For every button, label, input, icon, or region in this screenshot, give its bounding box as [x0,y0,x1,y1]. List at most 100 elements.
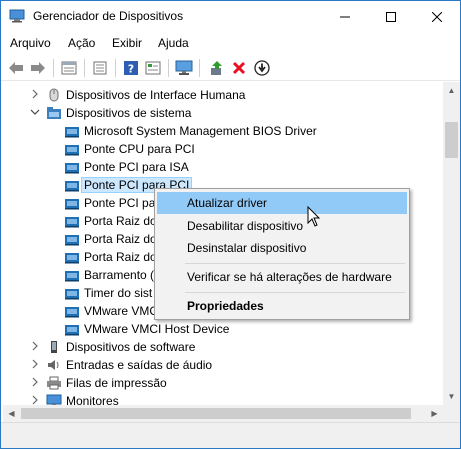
uninstall-red-x-icon[interactable] [229,58,249,78]
forward-arrow-icon[interactable] [28,58,48,78]
ctx-uninstall-device[interactable]: Desinstalar dispositivo [157,237,407,259]
title-bar[interactable]: Gerenciador de Dispositivos [1,1,460,32]
ctx-item-label: Desinstalar dispositivo [187,241,307,255]
tree-item-label: Ponte PCI pa [84,196,156,210]
tree-item-label: Filas de impressão [66,376,167,390]
system-device-icon [64,124,80,138]
speaker-icon [46,358,62,372]
tree-item-label: Entradas e saídas de áudio [66,358,213,372]
tree-category-row[interactable]: Dispositivos de software [3,338,443,356]
tree-item-label: Porta Raiz do [84,214,157,228]
tree-item-label: Ponte PCI para ISA [84,160,189,174]
menu-bar: Arquivo Ação Exibir Ajuda [1,32,460,54]
scroll-right-arrow-icon[interactable]: ▶ [426,405,443,422]
ctx-disable-device[interactable]: Desabilitar dispositivo [157,215,407,237]
tree-item-label: VMware VMCI [84,304,162,318]
tree-category-row[interactable]: Monitores [3,392,443,405]
list-view-icon[interactable] [90,58,110,78]
hid-icon [46,88,62,102]
scroll-up-arrow-icon[interactable]: ▲ [443,82,460,99]
system-device-icon [64,322,80,336]
tree-item-label: Porta Raiz do [84,250,157,264]
back-arrow-icon[interactable] [6,58,26,78]
system-devices-folder-icon [46,106,62,120]
toolbar-separator [53,59,54,77]
chevron-right-icon[interactable] [30,89,40,101]
device-manager-app-icon [9,9,25,23]
ctx-item-label: Desabilitar dispositivo [187,219,304,233]
system-device-icon [64,214,80,228]
system-device-icon [64,250,80,264]
chevron-right-icon[interactable] [30,341,40,353]
system-device-icon [64,286,80,300]
vertical-scroll-thumb[interactable] [445,122,458,158]
tree-device-row[interactable]: Microsoft System Management BIOS Driver [3,122,443,140]
system-device-icon [64,232,80,246]
ctx-separator [185,263,405,264]
ctx-item-label: Propriedades [187,299,264,313]
ctx-scan-hardware[interactable]: Verificar se há alterações de hardware [157,266,407,288]
window-title: Gerenciador de Dispositivos [33,9,184,23]
tree-item-label: Ponte CPU para PCI [84,142,195,156]
status-bar [1,422,460,448]
update-driver-icon[interactable] [207,58,227,78]
chevron-right-icon[interactable] [30,359,40,371]
toolbar-separator [168,59,169,77]
tree-device-row[interactable]: VMware VMCI Host Device [3,320,443,338]
chevron-right-icon[interactable] [30,395,40,405]
system-device-icon [64,142,80,156]
mouse-cursor-icon [307,205,321,228]
tree-item-label: Timer do sist [84,286,153,300]
tree-item-label: VMware VMCI Host Device [84,322,230,336]
context-menu: Atualizar driver Desabilitar dispositivo… [154,188,410,320]
tree-device-row[interactable]: Ponte CPU para PCI [3,140,443,158]
ctx-item-label: Atualizar driver [187,196,268,210]
toolbar-separator [84,59,85,77]
toolbar-separator [199,59,200,77]
properties-view-icon[interactable] [59,58,79,78]
menu-acao[interactable]: Ação [68,36,95,50]
menu-exibir[interactable]: Exibir [112,36,142,50]
toolbar-separator [115,59,116,77]
system-device-icon [64,160,80,174]
chevron-down-icon[interactable] [30,107,40,119]
horizontal-scrollbar[interactable]: ◀ ▶ [3,405,443,422]
tree-item-label: Dispositivos de software [66,340,196,354]
monitor-scan-icon[interactable] [174,58,194,78]
tree-category-row[interactable]: Filas de impressão [3,374,443,392]
monitor-icon [46,394,62,405]
ctx-update-driver[interactable]: Atualizar driver [157,192,407,214]
tree-item-label: Dispositivos de Interface Humana [66,88,246,102]
system-device-icon [64,268,80,282]
vertical-scrollbar[interactable]: ▲ ▼ [443,82,460,405]
tree-category-row[interactable]: Dispositivos de Interface Humana [3,86,443,104]
tree-item-label: Dispositivos de sistema [66,106,192,120]
scroll-left-arrow-icon[interactable]: ◀ [3,405,20,422]
tree-category-row[interactable]: Dispositivos de sistema [3,104,443,122]
system-device-icon [64,196,80,210]
ctx-item-label: Verificar se há alterações de hardware [187,270,392,284]
svg-text:?: ? [128,63,134,76]
minimize-button[interactable] [322,1,368,32]
details-view-icon[interactable] [143,58,163,78]
download-circle-icon[interactable] [252,58,272,78]
scrollbar-corner [443,405,460,422]
tree-device-row[interactable]: Ponte PCI para ISA [3,158,443,176]
menu-ajuda[interactable]: Ajuda [158,36,189,50]
tree-item-label: Porta Raiz do [84,232,157,246]
menu-arquivo[interactable]: Arquivo [10,36,51,50]
chevron-right-icon[interactable] [30,377,40,389]
system-device-icon [64,304,80,318]
system-device-icon [64,178,80,192]
help-icon[interactable]: ? [121,58,141,78]
scroll-down-arrow-icon[interactable]: ▼ [443,388,460,405]
tree-category-row[interactable]: Entradas e saídas de áudio [3,356,443,374]
horizontal-scroll-thumb[interactable] [21,408,411,419]
tree-item-label: Barramento ( [84,268,155,282]
device-manager-window: Gerenciador de Dispositivos Arquivo Ação… [0,0,461,449]
maximize-button[interactable] [368,1,414,32]
close-button[interactable] [414,1,460,32]
ctx-properties[interactable]: Propriedades [157,295,407,317]
ctx-separator [185,292,405,293]
toolbar: ? [1,54,460,81]
